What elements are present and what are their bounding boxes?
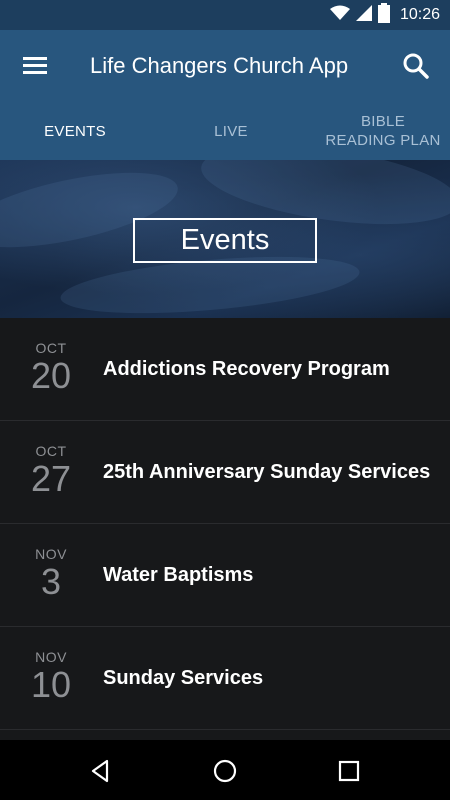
- event-list-item[interactable]: NOV 3 Water Baptisms: [0, 524, 450, 627]
- hero-title: Events: [133, 218, 317, 263]
- tab-bible-reading-plan[interactable]: BIBLE READING PLAN: [308, 102, 450, 160]
- event-list-item[interactable]: NOV 10 Sunday Services: [0, 627, 450, 730]
- tab-bible-reading-plan-label: BIBLE READING PLAN: [325, 113, 441, 149]
- events-list: OCT 20 Addictions Recovery Program OCT 2…: [0, 318, 450, 730]
- tab-events-label: EVENTS: [44, 122, 106, 140]
- event-title: Sunday Services: [103, 667, 264, 689]
- status-time: 10:26: [399, 6, 440, 23]
- battery-icon: [377, 2, 390, 28]
- event-month: NOV: [35, 546, 67, 562]
- tab-live-label: LIVE: [214, 122, 248, 140]
- tab-live[interactable]: LIVE: [156, 102, 306, 160]
- status-bar: 10:26: [0, 0, 450, 30]
- home-icon: [210, 759, 240, 790]
- event-month: OCT: [35, 340, 67, 356]
- search-button[interactable]: [400, 50, 432, 82]
- event-title: 25th Anniversary Sunday Services: [103, 461, 431, 483]
- events-hero-banner: Events: [0, 160, 450, 318]
- event-list-item[interactable]: OCT 27 25th Anniversary Sunday Services: [0, 421, 450, 524]
- event-month: OCT: [35, 443, 67, 459]
- recent-apps-icon: [334, 760, 364, 790]
- app-bar: Life Changers Church App: [0, 30, 450, 102]
- hamburger-menu-icon: [18, 57, 52, 86]
- menu-button[interactable]: [18, 50, 52, 82]
- event-month: NOV: [35, 649, 67, 665]
- back-button[interactable]: [86, 756, 116, 786]
- recent-apps-button[interactable]: [334, 756, 364, 786]
- system-nav-bar: [0, 740, 450, 800]
- signal-icon: [355, 4, 372, 26]
- home-button[interactable]: [210, 756, 240, 786]
- event-day: 27: [30, 458, 72, 499]
- app-title: Life Changers Church App: [90, 53, 349, 78]
- event-title: Water Baptisms: [103, 564, 254, 586]
- status-icons: 10:26: [329, 0, 440, 30]
- event-day: 3: [40, 561, 62, 602]
- event-list-item[interactable]: OCT 20 Addictions Recovery Program: [0, 318, 450, 421]
- wifi-icon: [329, 5, 350, 26]
- event-day: 20: [30, 355, 72, 396]
- event-day: 10: [30, 664, 72, 705]
- tab-events[interactable]: EVENTS: [0, 102, 150, 160]
- search-icon: [400, 53, 432, 86]
- event-title: Addictions Recovery Program: [103, 358, 390, 380]
- back-icon: [86, 759, 116, 790]
- tab-bar: EVENTS LIVE BIBLE READING PLAN: [0, 102, 450, 261]
